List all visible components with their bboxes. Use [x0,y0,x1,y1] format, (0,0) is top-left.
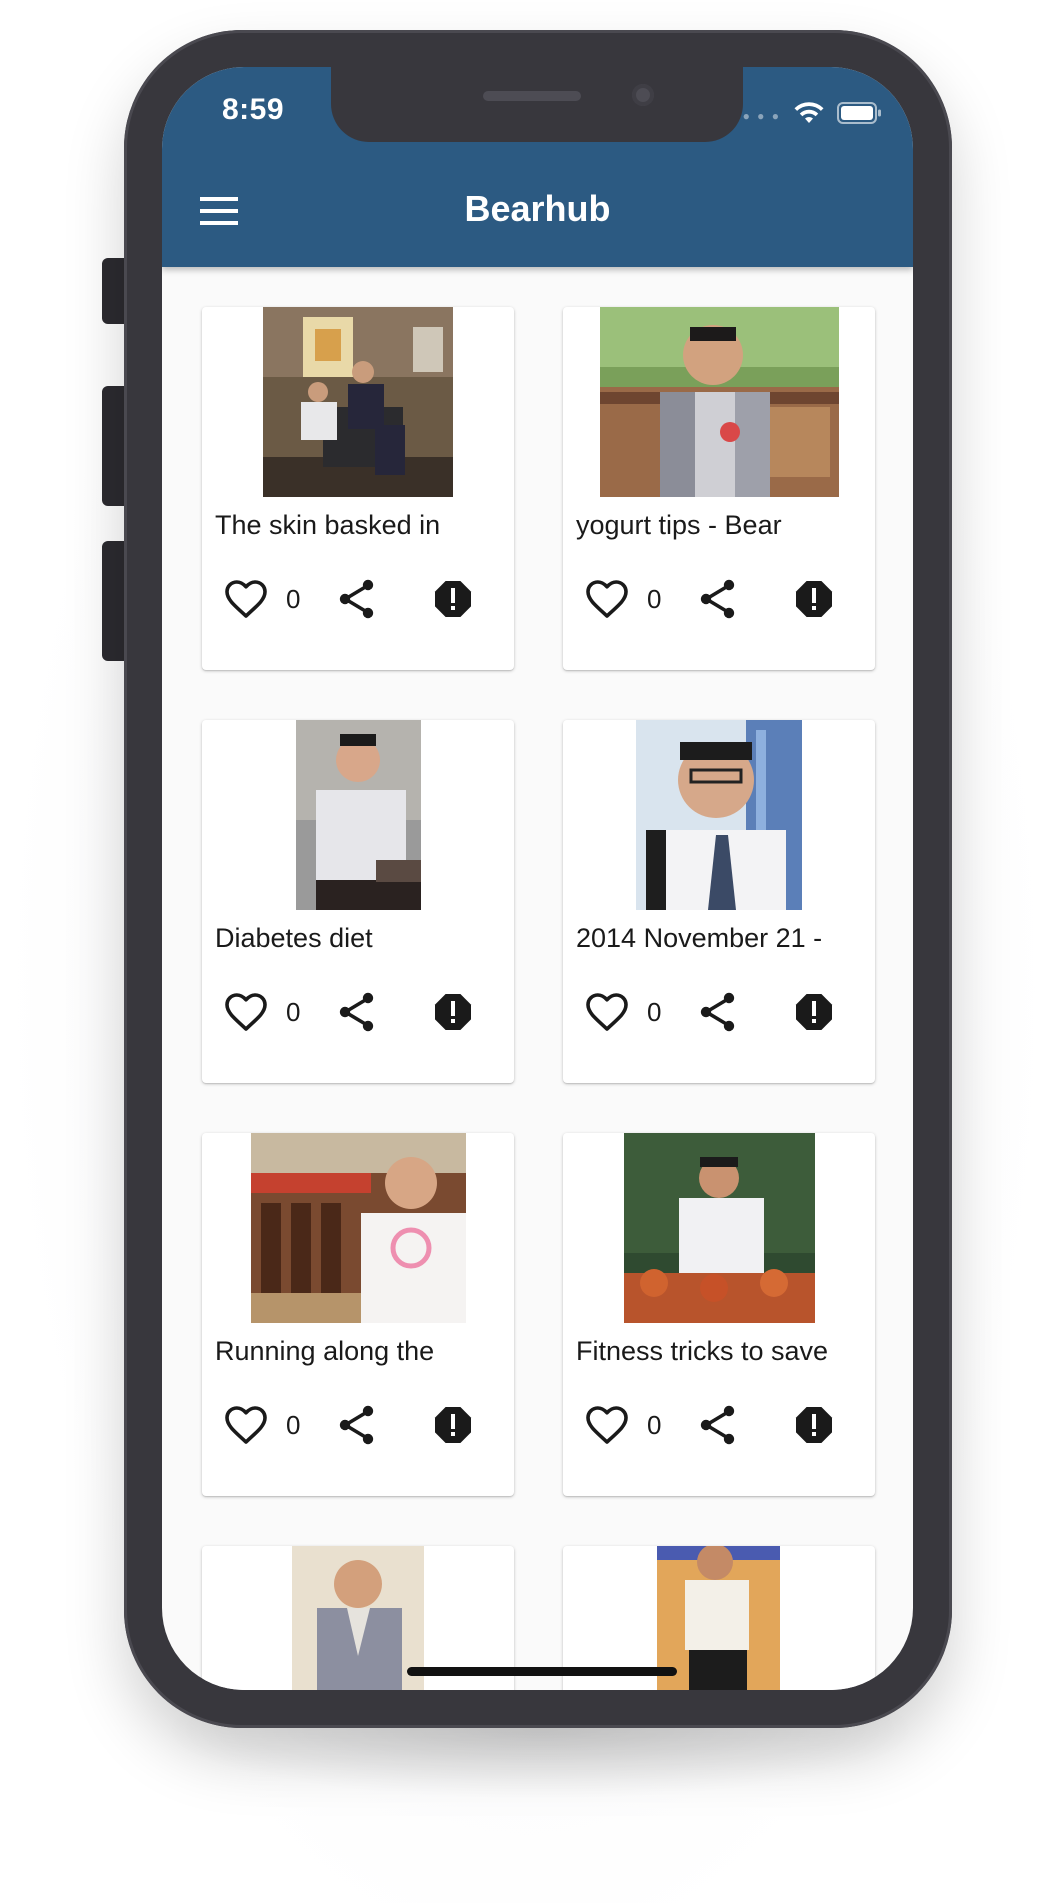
post-photo[interactable] [296,720,421,910]
status-time: 8:59 [222,93,285,126]
post-card[interactable]: The skin basked in 0 [202,307,514,670]
like-count: 0 [286,584,301,614]
speaker-grille [483,91,581,101]
post-caption: The skin basked in [215,510,441,540]
wifi-icon [793,101,825,130]
battery-icon [837,101,883,130]
like-count: 0 [286,997,301,1027]
device-mockup-stage: 8:59 ● ● ● ● Bearhub The skin basked in … [0,0,1053,1903]
post-actions: 0 [202,575,514,625]
post-feed[interactable]: The skin basked in 0 yogurt tips - Bear … [162,267,913,1690]
post-card[interactable]: Running along the 0 [202,1133,514,1496]
volume-up-button [102,386,126,506]
heart-outline-icon[interactable] [222,988,270,1036]
share-icon[interactable] [333,988,381,1036]
heart-outline-icon[interactable] [583,575,631,623]
post-caption: Diabetes diet [215,923,373,953]
home-indicator[interactable] [407,1667,677,1676]
post-photo[interactable] [251,1133,466,1323]
post-actions: 0 [563,1401,875,1451]
report-icon[interactable] [790,988,838,1036]
post-card[interactable]: yogurt tips - Bear 0 [563,307,875,670]
post-card[interactable]: Fitness tricks to save 0 [563,1133,875,1496]
phone-screen: 8:59 ● ● ● ● Bearhub The skin basked in … [162,67,913,1690]
post-card[interactable]: Diabetes diet 0 [202,720,514,1083]
post-caption: Fitness tricks to save [576,1336,829,1366]
report-icon[interactable] [790,1401,838,1449]
heart-outline-icon[interactable] [583,1401,631,1449]
like-count: 0 [647,584,662,614]
post-photo[interactable] [292,1546,424,1690]
share-icon[interactable] [694,1401,742,1449]
share-icon[interactable] [333,1401,381,1449]
app-title: Bearhub [464,188,611,229]
post-caption: Running along the [215,1336,435,1366]
report-icon[interactable] [429,1401,477,1449]
front-camera [632,84,654,106]
notch [331,67,743,142]
post-card[interactable]: 2014 November 21 - 0 [563,720,875,1083]
share-icon[interactable] [694,575,742,623]
heart-outline-icon[interactable] [222,575,270,623]
post-photo[interactable] [600,307,839,497]
report-icon[interactable] [790,575,838,623]
report-icon[interactable] [429,575,477,623]
post-photo[interactable] [624,1133,815,1323]
share-icon[interactable] [694,988,742,1036]
post-actions: 0 [563,988,875,1038]
share-icon[interactable] [333,575,381,623]
post-photo[interactable] [636,720,802,910]
post-actions: 0 [202,1401,514,1451]
silent-switch [102,258,126,324]
post-actions: 0 [563,575,875,625]
status-indicators: ● ● ● ● [728,101,883,130]
post-caption: 2014 November 21 - [576,923,823,953]
post-photo[interactable] [263,307,453,497]
post-caption: yogurt tips - Bear [576,510,782,540]
like-count: 0 [286,1410,301,1440]
post-actions: 0 [202,988,514,1038]
like-count: 0 [647,997,662,1027]
heart-outline-icon[interactable] [222,1401,270,1449]
heart-outline-icon[interactable] [583,988,631,1036]
volume-down-button [102,541,126,661]
report-icon[interactable] [429,988,477,1036]
like-count: 0 [647,1410,662,1440]
